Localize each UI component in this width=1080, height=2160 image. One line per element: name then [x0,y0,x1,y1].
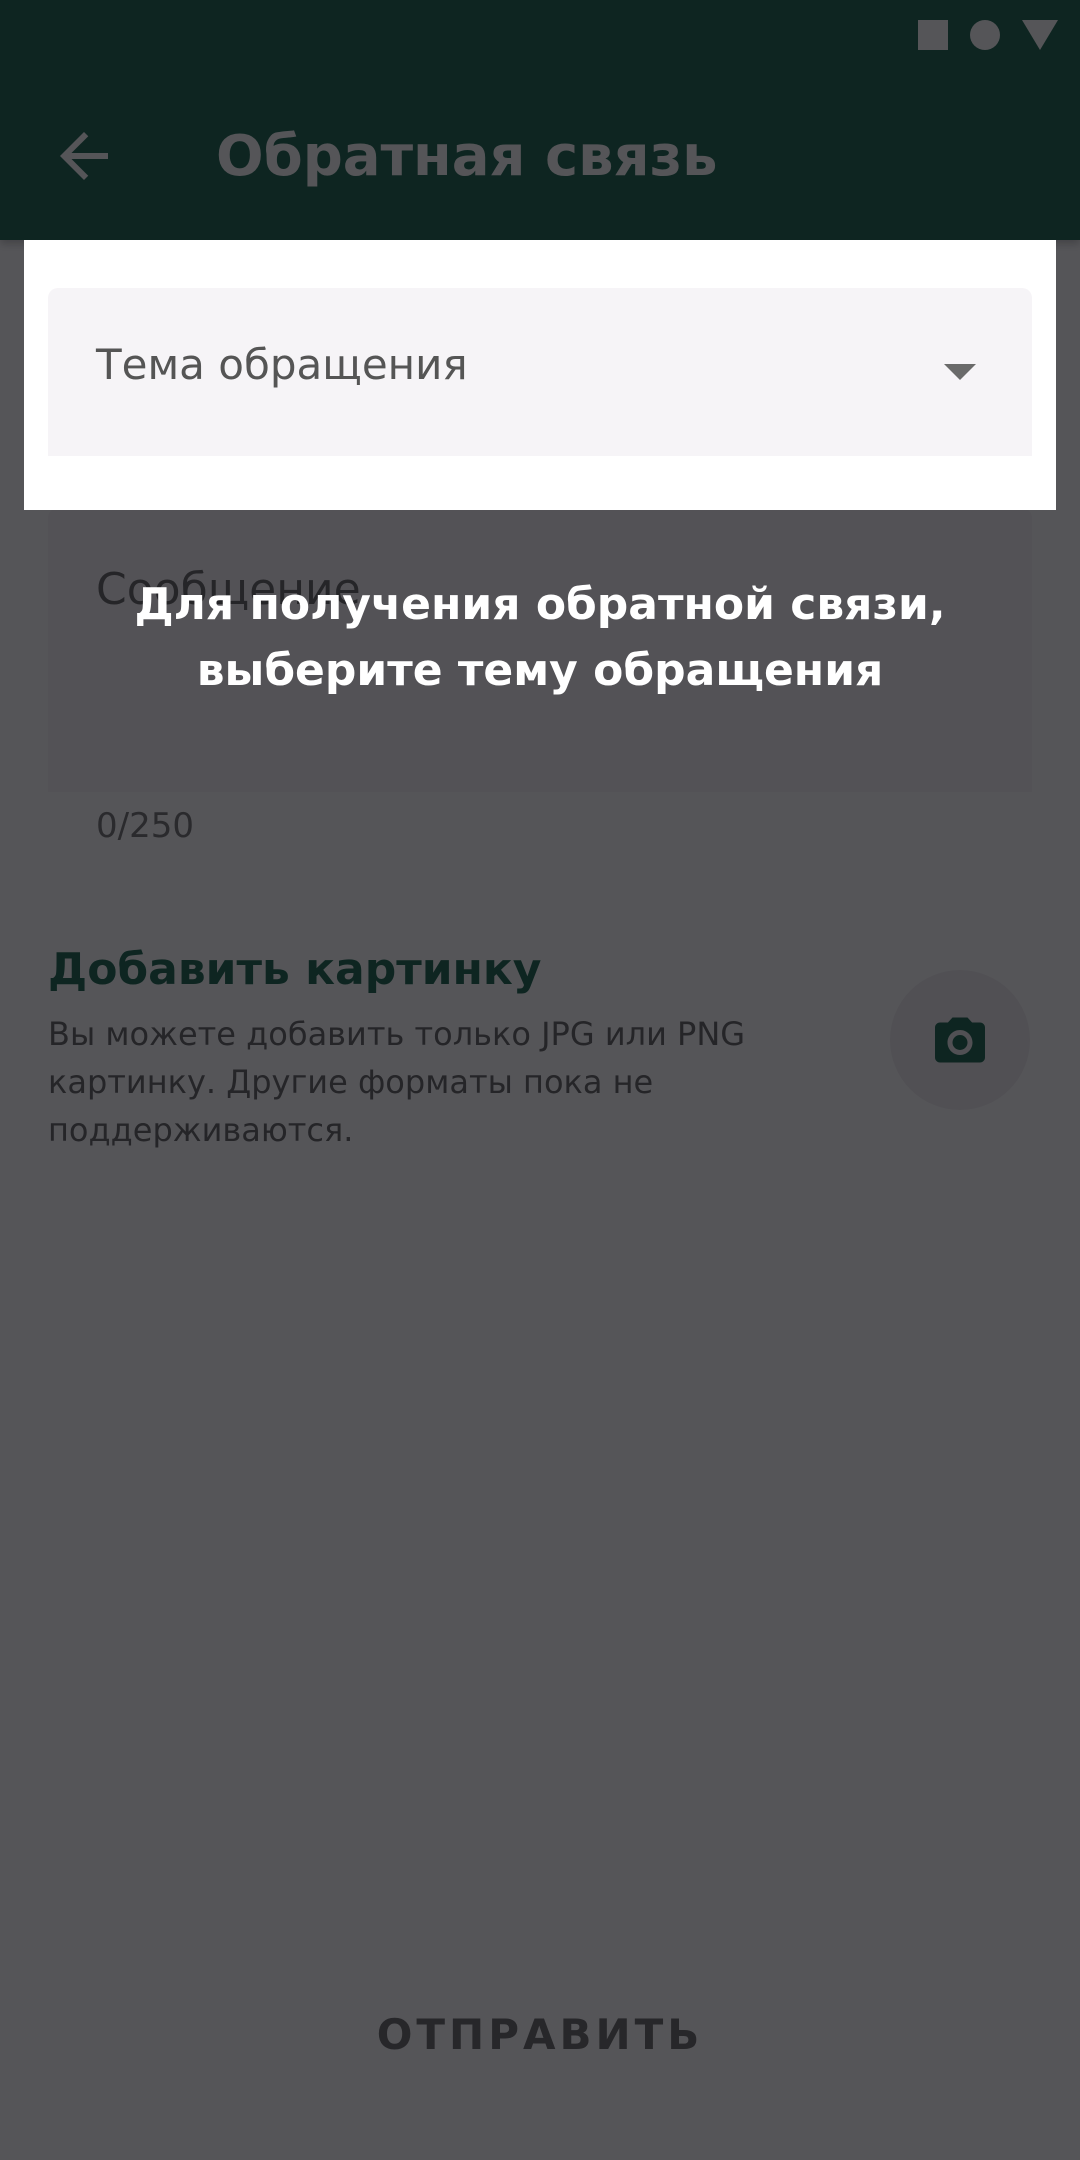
send-button[interactable]: ОТПРАВИТЬ [0,2010,1080,2059]
add-image-title: Добавить картинку [48,944,542,995]
camera-icon [935,1017,985,1063]
triangle-icon [1022,20,1058,50]
topic-placeholder-highlighted: Тема обращения [96,340,468,389]
add-image-button[interactable] [890,970,1030,1110]
app-bar: Обратная связь [0,0,1080,240]
onboarding-hint: Для получения обратной связи, выберите т… [134,579,946,696]
topic-select-highlighted[interactable]: Тема обращения [48,288,1032,456]
circle-icon [970,20,1000,50]
add-image-description: Вы можете добавить только JPG или PNG ка… [48,1015,746,1149]
status-bar [0,0,1080,72]
page-title: Обратная связь [216,124,718,189]
back-button[interactable] [48,120,120,192]
arrow-back-icon [60,132,108,180]
dropdown-arrow-icon [944,364,976,380]
feedback-screen: Обратная связь Тема обращения Сообщение … [0,0,1080,2160]
character-counter: 0/250 [96,806,194,846]
status-icons [918,20,1058,50]
spotlight-highlight: Тема обращения [24,240,1056,510]
square-icon [918,20,948,50]
